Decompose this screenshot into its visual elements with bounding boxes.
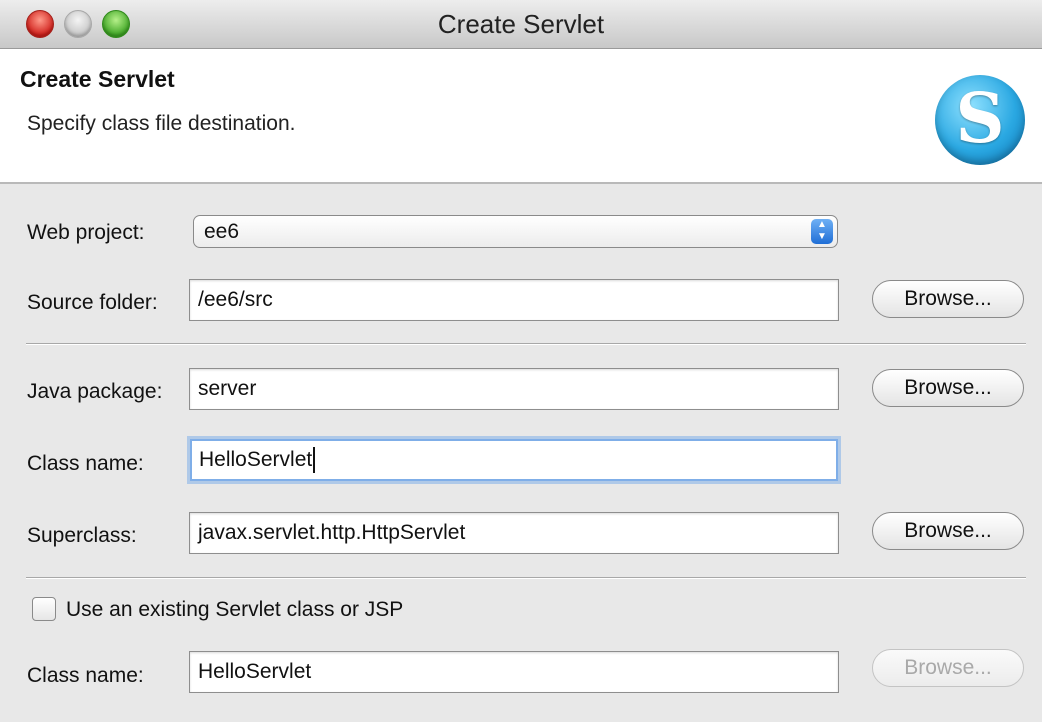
existing-class-name-label: Class name:	[27, 664, 144, 687]
java-package-label: Java package:	[27, 380, 163, 403]
web-project-label: Web project:	[27, 221, 145, 244]
web-project-value: ee6	[204, 220, 240, 243]
java-package-value: server	[198, 377, 257, 400]
superclass-label: Superclass:	[27, 524, 137, 547]
source-folder-label: Source folder:	[27, 291, 158, 314]
servlet-logo-icon: S	[935, 75, 1025, 165]
servlet-logo-glyph: S	[955, 79, 1005, 159]
class-name-value: HelloServlet	[199, 448, 313, 471]
existing-class-name-input[interactable]: HelloServlet	[189, 651, 839, 693]
window-title: Create Servlet	[437, 9, 605, 39]
class-name-input[interactable]: HelloServlet	[190, 439, 838, 481]
superclass-input[interactable]: javax.servlet.http.HttpServlet	[189, 512, 839, 554]
use-existing-checkbox[interactable]	[32, 597, 56, 621]
superclass-browse-button[interactable]: Browse...	[872, 512, 1024, 550]
class-name-label: Class name:	[27, 452, 144, 475]
separator	[26, 343, 1026, 345]
separator	[26, 577, 1026, 579]
source-folder-input[interactable]: /ee6/src	[189, 279, 839, 321]
text-caret	[313, 447, 316, 474]
source-folder-browse-button[interactable]: Browse...	[872, 280, 1024, 318]
web-project-select[interactable]: ee6 ▲ ▼	[193, 215, 838, 248]
java-package-browse-button[interactable]: Browse...	[872, 369, 1024, 407]
source-folder-value: /ee6/src	[198, 288, 273, 311]
existing-class-browse-button: Browse...	[872, 649, 1024, 687]
existing-class-name-value: HelloServlet	[198, 660, 312, 683]
superclass-value: javax.servlet.http.HttpServlet	[198, 521, 466, 544]
title-bar[interactable]: Create Servlet	[0, 0, 1042, 49]
wizard-title: Create Servlet	[20, 66, 175, 92]
java-package-input[interactable]: server	[189, 368, 839, 410]
select-stepper-icon: ▲ ▼	[811, 219, 833, 244]
use-existing-label[interactable]: Use an existing Servlet class or JSP	[66, 598, 403, 622]
wizard-subtitle: Specify class file destination.	[27, 112, 296, 135]
